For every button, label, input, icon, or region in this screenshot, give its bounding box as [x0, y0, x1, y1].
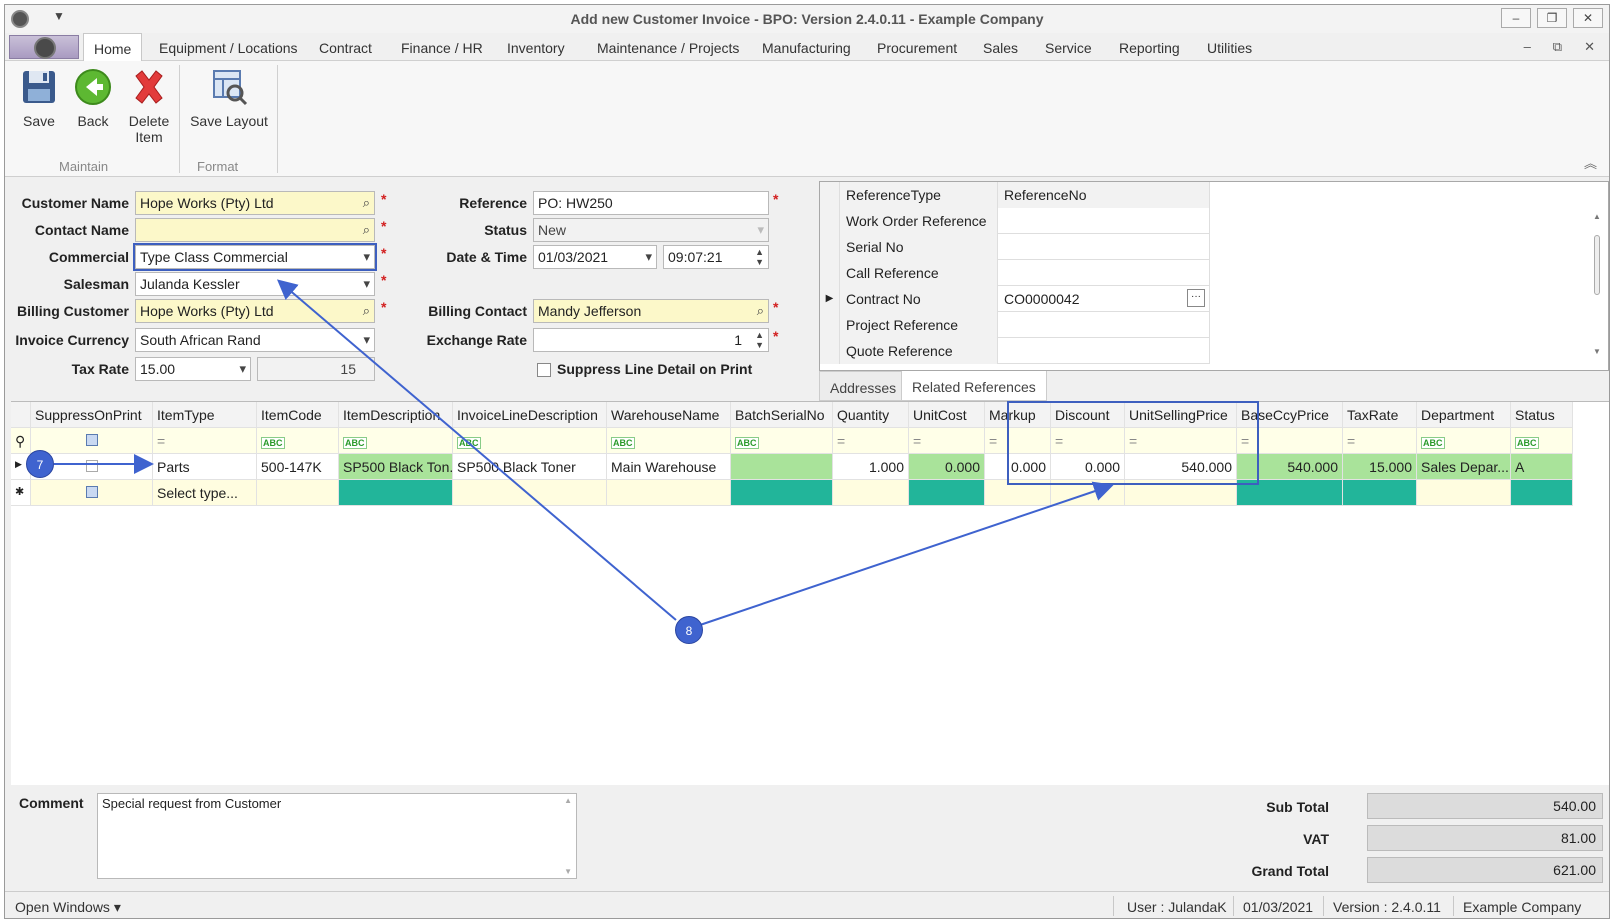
annotation-arrows: [54, 279, 1114, 626]
annotation-badge-7: 7: [26, 450, 54, 478]
annotation-badge-8: 8: [675, 616, 703, 644]
